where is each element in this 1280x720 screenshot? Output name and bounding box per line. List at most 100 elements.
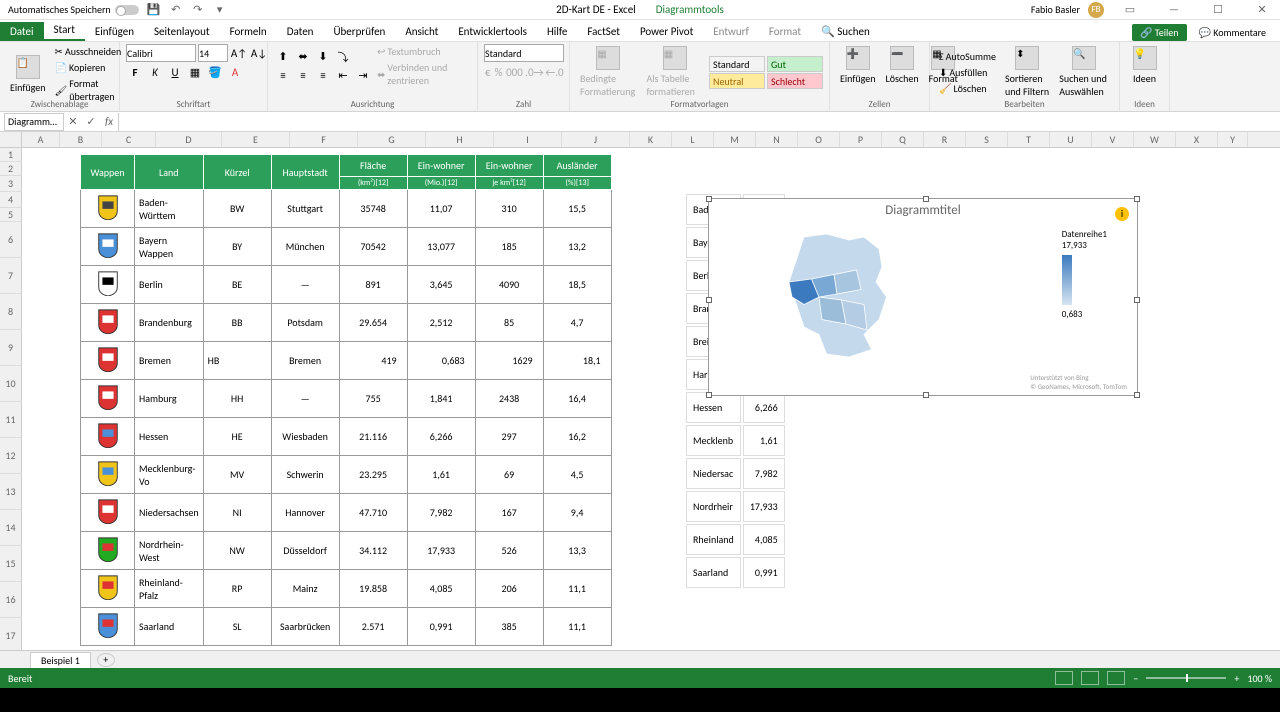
table-row[interactable]: Hessen HE Wiesbaden 21.116 6,266 297 16,… (81, 418, 612, 456)
fill-button[interactable]: ⬇ Ausfüllen (936, 65, 999, 80)
row-header[interactable]: 2 (0, 162, 22, 176)
insert-cells-button[interactable]: ➕Einfügen (836, 44, 880, 87)
cancel-formula-icon[interactable]: ✕ (64, 115, 82, 128)
col-header[interactable]: R (924, 132, 966, 147)
col-header[interactable]: G (358, 132, 426, 147)
table-row[interactable]: Bremen HB Bremen 419 0,683 1629 18,1 (81, 342, 612, 380)
tab-datei[interactable]: Datei (0, 22, 44, 41)
col-header[interactable]: V (1092, 132, 1134, 147)
page-layout-view-icon[interactable] (1081, 671, 1099, 685)
col-header[interactable]: X (1176, 132, 1218, 147)
percent-icon[interactable]: % (494, 63, 504, 81)
page-break-view-icon[interactable] (1107, 671, 1125, 685)
underline-button[interactable]: U (166, 63, 184, 81)
sort-filter-button[interactable]: ⬍Sortieren und Filtern (1001, 44, 1053, 100)
zoom-in-icon[interactable]: + (1234, 672, 1239, 685)
row-header[interactable]: 3 (0, 176, 22, 192)
cut-button[interactable]: ✂ Ausschneiden (52, 44, 125, 59)
row-header[interactable]: 17 (0, 618, 22, 650)
col-header[interactable]: F (290, 132, 358, 147)
currency-icon[interactable]: € (484, 63, 492, 81)
col-header[interactable]: M (714, 132, 756, 147)
orientation-icon[interactable]: ⤵ (334, 48, 352, 66)
row-header[interactable]: 15 (0, 546, 22, 582)
autosum-button[interactable]: Σ AutoSumme (936, 49, 999, 64)
normal-view-icon[interactable] (1055, 671, 1073, 685)
col-header[interactable]: T (1008, 132, 1050, 147)
align-bottom-icon[interactable]: ⬇ (314, 48, 332, 66)
col-header[interactable]: E (222, 132, 290, 147)
autosave-toggle[interactable]: Automatisches Speichern (8, 3, 139, 16)
table-row[interactable]: Hamburg HH — 755 1,841 2438 16,4 (81, 380, 612, 418)
table-row[interactable]: Mecklenburg-Vo MV Schwerin 23.295 1,61 6… (81, 456, 612, 494)
col-header[interactable]: W (1134, 132, 1176, 147)
table-row[interactable]: Bayern Wappen BY München 70542 13,077 18… (81, 228, 612, 266)
delete-cells-button[interactable]: ➖Löschen (882, 44, 923, 87)
row-header[interactable]: 4 (0, 192, 22, 208)
copy-button[interactable]: 📄 Kopieren (52, 60, 125, 75)
col-header[interactable]: B (60, 132, 102, 147)
row-header[interactable]: 6 (0, 222, 22, 258)
maximize-icon[interactable]: ☐ (1200, 0, 1236, 20)
border-button[interactable]: ▦ (186, 63, 204, 81)
tab-ansicht[interactable]: Ansicht (395, 22, 448, 41)
col-header[interactable]: H (426, 132, 494, 147)
align-right-icon[interactable]: ≡ (314, 67, 332, 85)
row-header[interactable]: 11 (0, 402, 22, 438)
align-top-icon[interactable]: ⬆ (274, 48, 292, 66)
table-row[interactable]: Rheinland-Pfalz RP Mainz 19.858 4,085 20… (81, 570, 612, 608)
style-schlecht[interactable]: Schlecht (767, 73, 823, 89)
col-header[interactable]: N (756, 132, 798, 147)
tab-format[interactable]: Format (759, 22, 811, 41)
align-middle-icon[interactable]: ⬌ (294, 48, 312, 66)
tab-formeln[interactable]: Formeln (220, 22, 277, 41)
col-header[interactable]: A (22, 132, 60, 147)
col-header[interactable]: Q (882, 132, 924, 147)
comments-button[interactable]: 💬 Kommentare (1193, 24, 1272, 41)
table-row[interactable]: Nordrhein-West NW Düsseldorf 34.112 17,9… (81, 532, 612, 570)
align-left-icon[interactable]: ≡ (274, 67, 292, 85)
zoom-level[interactable]: 100 % (1247, 672, 1272, 685)
ribbon-options-icon[interactable]: ▭ (1112, 0, 1148, 20)
style-standard[interactable]: Standard (709, 56, 765, 72)
row-header[interactable]: 9 (0, 330, 22, 366)
tab-seitenlayout[interactable]: Seitenlayout (144, 22, 220, 41)
tab-start[interactable]: Start (44, 20, 85, 41)
fx-icon[interactable]: fx (100, 115, 118, 128)
indent-dec-icon[interactable]: ⇤ (334, 67, 352, 85)
share-button[interactable]: 🔗 Teilen (1132, 24, 1187, 41)
font-select[interactable] (126, 44, 196, 62)
row-header[interactable]: 7 (0, 258, 22, 294)
qat-dropdown-icon[interactable]: ▾ (213, 3, 227, 17)
font-color-button[interactable]: A (226, 63, 244, 81)
col-header[interactable]: L (672, 132, 714, 147)
zoom-slider[interactable] (1146, 677, 1226, 679)
table-row[interactable]: Niedersachsen NI Hannover 47.710 7,982 1… (81, 494, 612, 532)
col-header[interactable]: C (102, 132, 156, 147)
col-header[interactable]: K (630, 132, 672, 147)
row-header[interactable]: 14 (0, 510, 22, 546)
find-select-button[interactable]: 🔍Suchen und Auswählen (1055, 44, 1113, 100)
col-header[interactable]: P (840, 132, 882, 147)
row-header[interactable]: 13 (0, 474, 22, 510)
thousands-icon[interactable]: 000 (505, 63, 523, 81)
indent-inc-icon[interactable]: ⇥ (354, 67, 372, 85)
col-header[interactable]: D (156, 132, 222, 147)
formula-input[interactable] (118, 113, 1280, 131)
number-format-select[interactable] (484, 44, 564, 62)
tab-powerpivot[interactable]: Power Pivot (630, 22, 703, 41)
row-header[interactable]: 5 (0, 208, 22, 222)
tab-einfuegen[interactable]: Einfügen (85, 22, 144, 41)
search-box[interactable]: 🔍 Suchen (811, 22, 880, 41)
inc-decimal-icon[interactable]: .0→ (525, 63, 543, 81)
user-avatar[interactable]: FB (1088, 2, 1104, 18)
tab-factset[interactable]: FactSet (577, 22, 630, 41)
italic-button[interactable]: K (146, 63, 164, 81)
minimize-icon[interactable]: — (1156, 0, 1192, 20)
tab-hilfe[interactable]: Hilfe (537, 22, 577, 41)
col-header[interactable]: S (966, 132, 1008, 147)
col-header[interactable]: I (494, 132, 562, 147)
style-gut[interactable]: Gut (767, 56, 823, 72)
font-size-select[interactable] (198, 44, 228, 62)
table-row[interactable]: Saarland SL Saarbrücken 2.571 0,991 385 … (81, 608, 612, 646)
